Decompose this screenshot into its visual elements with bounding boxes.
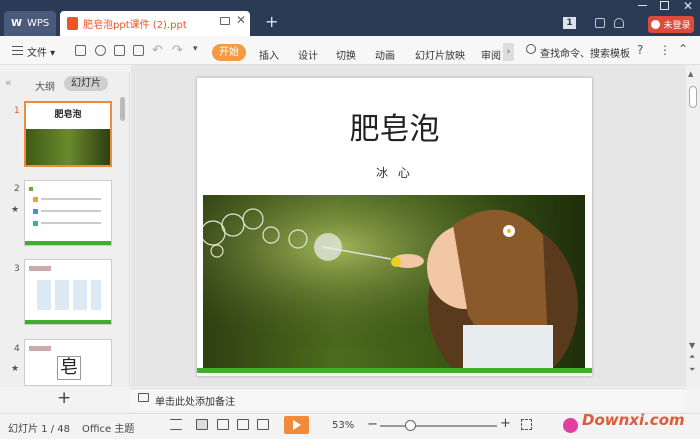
slide-thumbnail-1[interactable]: 肥皂泡: [24, 101, 112, 167]
thumb-heading: [29, 346, 51, 351]
file-menu[interactable]: 文件 ▾: [27, 44, 55, 59]
zoom-slider-track[interactable]: [380, 425, 497, 427]
slide-number: 1: [14, 106, 20, 116]
watermark-logo-icon: [563, 418, 578, 433]
print-icon[interactable]: [114, 45, 125, 56]
zoom-out-icon[interactable]: −: [367, 417, 378, 432]
avatar-icon: [651, 20, 661, 29]
thumb-character: 皂: [57, 356, 81, 380]
thumb-dot: [29, 187, 33, 191]
next-slide-icon[interactable]: ⏷: [689, 365, 695, 375]
tab-outline[interactable]: 大纲: [35, 78, 55, 93]
thumb-bullet: [33, 221, 38, 226]
slide-thumbnail-2[interactable]: [24, 180, 112, 246]
scroll-thumb[interactable]: [689, 86, 697, 108]
tab-scroll-right-icon[interactable]: ›: [503, 43, 514, 61]
tab-review[interactable]: 审阅: [481, 47, 501, 62]
print-preview-icon[interactable]: [133, 45, 144, 56]
animation-star-icon: ★: [11, 205, 20, 215]
thumb-line: [41, 198, 101, 200]
minimize-icon[interactable]: [638, 5, 647, 6]
thumb-bullet: [33, 209, 38, 214]
thumb-green-bar: [25, 241, 111, 245]
search-command[interactable]: 查找命令、搜索模板: [540, 45, 630, 60]
tab-insert[interactable]: 插入: [259, 47, 279, 62]
slide-author[interactable]: 冰 心: [197, 164, 592, 181]
vertical-scrollbar[interactable]: [686, 65, 700, 387]
bubble-girl-image: [203, 195, 585, 371]
wps-logo-icon: W: [11, 17, 23, 29]
login-button[interactable]: 未登录: [648, 16, 694, 33]
tab-transition[interactable]: 切换: [336, 47, 356, 62]
login-label: 未登录: [663, 21, 691, 31]
thumb-line: [41, 222, 101, 224]
slide-number: 4: [14, 344, 20, 354]
notes-icon: [138, 393, 149, 402]
zoom-in-icon[interactable]: +: [500, 416, 511, 431]
slide-title[interactable]: 肥皂泡: [197, 104, 592, 148]
tab-slideshow[interactable]: 幻灯片放映: [415, 47, 465, 62]
quick-access-more-icon[interactable]: ▾: [193, 44, 198, 54]
wps-tab-label: WPS: [27, 18, 50, 29]
hamburger-menu-icon[interactable]: [12, 46, 23, 55]
shirt-icon[interactable]: [614, 18, 624, 28]
tab-slides[interactable]: 幻灯片: [64, 76, 108, 91]
collapse-ribbon-icon[interactable]: ⌃: [678, 42, 688, 56]
slide-counter: 幻灯片 1 / 48: [8, 424, 70, 435]
panel-scrollbar[interactable]: [120, 97, 125, 121]
ppt-file-icon: [67, 17, 78, 30]
tab-animation[interactable]: 动画: [375, 47, 395, 62]
redo-icon[interactable]: ↷: [172, 43, 183, 58]
help-icon[interactable]: ?: [637, 43, 643, 57]
undo-icon[interactable]: ↶: [152, 43, 163, 58]
scroll-down-icon[interactable]: ▼: [689, 341, 695, 350]
notes-placeholder[interactable]: 单击此处添加备注: [155, 393, 235, 408]
prev-slide-icon[interactable]: ⏶: [689, 352, 695, 362]
fit-window-icon[interactable]: [521, 419, 532, 430]
slide-green-bar: [197, 368, 592, 373]
document-tab-title: 肥皂泡ppt课件 (2).ppt: [83, 20, 187, 31]
notes-toggle-icon[interactable]: [170, 419, 182, 430]
more-options-icon[interactable]: ⋮: [659, 43, 671, 57]
watermark: Downxi.com: [582, 411, 685, 429]
zoom-slider-thumb[interactable]: [405, 420, 416, 431]
thumb-title: 肥皂泡: [54, 110, 82, 120]
thumb-photo: [26, 129, 110, 165]
monitor-icon[interactable]: [220, 17, 230, 25]
normal-view-icon[interactable]: [196, 419, 208, 430]
slide-thumbnail-4[interactable]: 皂: [24, 339, 112, 386]
wps-home-tab[interactable]: W WPS: [4, 11, 56, 36]
reading-view-icon[interactable]: [237, 419, 249, 430]
thumb-line: [41, 210, 101, 212]
theme-name[interactable]: Office 主题: [82, 420, 134, 435]
slide-number: 2: [14, 184, 20, 194]
collapse-panel-icon[interactable]: «: [5, 76, 12, 89]
search-icon[interactable]: [526, 44, 536, 54]
add-slide-button[interactable]: +: [57, 388, 71, 408]
thumb-bullet: [33, 197, 38, 202]
tab-home[interactable]: 开始: [212, 44, 246, 61]
file-menu-label: 文件: [27, 48, 47, 59]
skin-icon[interactable]: [595, 18, 605, 28]
save-icon[interactable]: [75, 45, 86, 56]
slide-photo[interactable]: [203, 195, 585, 371]
new-tab-icon[interactable]: +: [265, 14, 278, 30]
window-layout-icon[interactable]: 1: [563, 17, 576, 29]
tab-design[interactable]: 设计: [298, 47, 318, 62]
close-window-icon[interactable]: ✕: [683, 0, 693, 13]
thumb-heading: [29, 266, 51, 271]
thumb-grid: [37, 280, 101, 310]
slide-sorter-icon[interactable]: [217, 419, 229, 430]
maximize-icon[interactable]: [660, 1, 669, 10]
presenter-view-icon[interactable]: [257, 419, 269, 430]
close-tab-icon[interactable]: ✕: [236, 14, 246, 26]
animation-star-icon: ★: [11, 364, 20, 374]
share-icon[interactable]: [95, 45, 106, 56]
play-slideshow-button[interactable]: [284, 416, 309, 434]
slide-number: 3: [14, 264, 20, 274]
thumb-green-bar: [25, 320, 111, 324]
scroll-up-icon[interactable]: ▲: [688, 70, 693, 78]
slide-thumbnail-3[interactable]: [24, 259, 112, 325]
zoom-level[interactable]: 53%: [332, 420, 354, 431]
